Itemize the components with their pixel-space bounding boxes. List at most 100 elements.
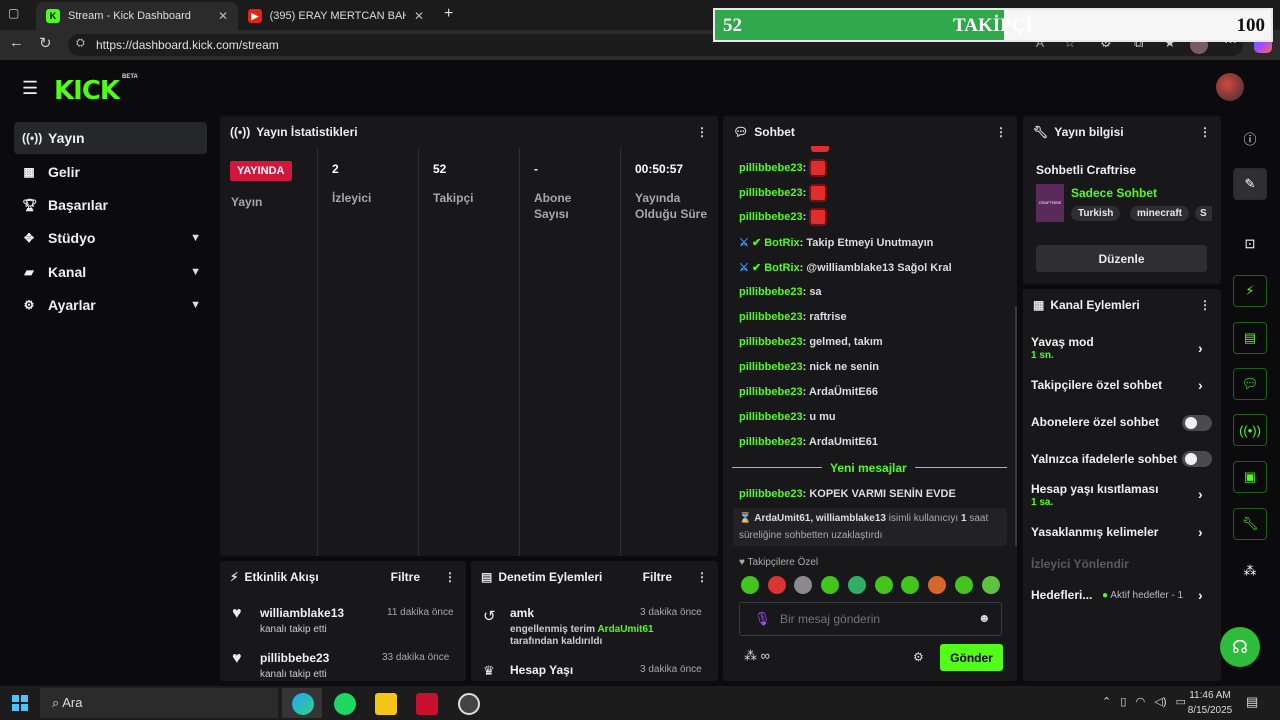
badges-icon[interactable]: ⁂: [1233, 555, 1267, 587]
more-options-icon[interactable]: ⋮: [696, 570, 708, 584]
lightning-icon[interactable]: ⚡︎: [1233, 275, 1267, 307]
clock-date[interactable]: 8/15/2025: [1184, 705, 1236, 716]
slow-mode-value: 1 sn.: [1031, 350, 1054, 361]
undo-icon: ↺: [483, 608, 496, 625]
sidebar-item-gelir[interactable]: ▦ Gelir: [14, 156, 207, 188]
edit-icon[interactable]: ✎: [1233, 168, 1267, 200]
channel-actions-header: ▦ Kanal Eylemleri ⋮: [1023, 289, 1221, 321]
sidebar-item-studyo[interactable]: ✥ Stüdyo ▼: [14, 222, 207, 254]
chevron-right-icon[interactable]: ›: [1198, 340, 1203, 356]
sidebar-item-label: Kanal: [48, 264, 87, 280]
stat-value: 00:50:57: [635, 162, 684, 176]
system-tray-icons[interactable]: ⌃ ▯ ◠ ◁) ▭: [1102, 695, 1186, 708]
goals-row[interactable]: Hedefleri...: [1031, 588, 1092, 602]
close-icon[interactable]: ✕: [414, 9, 424, 23]
emote[interactable]: [875, 576, 893, 594]
kick-favicon-icon: K: [46, 9, 60, 23]
emote[interactable]: [901, 576, 919, 594]
chat-icon[interactable]: 💬︎: [1233, 368, 1267, 400]
tag-chip: minecraft: [1130, 206, 1190, 221]
emote[interactable]: [982, 576, 1000, 594]
emote[interactable]: [848, 576, 866, 594]
chat-message: pillibbebe23: ArdaÜmitE66: [739, 386, 878, 398]
more-options-icon[interactable]: ⋮: [444, 570, 456, 584]
account-age-row[interactable]: Hesap yaşı kısıtlaması: [1031, 482, 1158, 496]
obs-icon[interactable]: [458, 693, 480, 715]
microsoft-store-icon[interactable]: [375, 693, 397, 715]
chat-message: pillibbebe23: nick ne senin: [739, 361, 880, 373]
clock-time[interactable]: 11:46 AM: [1186, 690, 1234, 701]
emoji-icon[interactable]: ☻: [978, 611, 991, 625]
chevron-right-icon[interactable]: ›: [1198, 377, 1203, 393]
document-icon[interactable]: ▤: [1233, 322, 1267, 354]
activity-desc: kanalı takip etti: [260, 624, 327, 635]
pdf-icon[interactable]: [416, 693, 438, 715]
send-button[interactable]: Gönder: [940, 644, 1003, 671]
broadcast-icon[interactable]: ((•)): [1233, 414, 1267, 446]
emote[interactable]: [741, 576, 759, 594]
spotify-icon[interactable]: [334, 693, 356, 715]
slow-mode-row[interactable]: Yavaş mod: [1031, 335, 1094, 349]
site-info-icon[interactable]: ⛭: [76, 37, 85, 50]
reload-icon[interactable]: ↻: [39, 34, 52, 52]
more-options-icon[interactable]: ⋮: [1199, 298, 1211, 312]
emote[interactable]: [821, 576, 839, 594]
back-icon[interactable]: ←: [9, 34, 24, 51]
more-options-icon[interactable]: ⋮: [995, 125, 1007, 139]
badges-icon[interactable]: ⁂ ∞: [744, 648, 770, 664]
chevron-right-icon[interactable]: ›: [1198, 587, 1203, 603]
kick-logo[interactable]: KICK: [54, 76, 120, 106]
banned-words-row[interactable]: Yasaklanmış kelimeler: [1031, 525, 1158, 539]
windows-start-icon[interactable]: [12, 695, 28, 711]
tab-actions-icon[interactable]: ▢: [8, 6, 19, 20]
subs-chat-toggle[interactable]: [1182, 415, 1212, 431]
new-tab-icon[interactable]: +: [444, 5, 453, 23]
category-name[interactable]: Sadece Sohbet: [1071, 186, 1157, 200]
stream-title: Sohbetli Craftrise: [1036, 163, 1137, 177]
sidebar-item-basarilar[interactable]: 🏆︎ Başarılar: [14, 189, 207, 221]
emote-chat-toggle[interactable]: [1182, 451, 1212, 467]
emote[interactable]: [794, 576, 812, 594]
info-icon[interactable]: ⓘ: [1233, 122, 1267, 154]
chevron-right-icon[interactable]: ›: [1198, 524, 1203, 540]
chevron-right-icon[interactable]: ›: [1198, 486, 1203, 502]
support-headset-icon[interactable]: ☊: [1220, 627, 1260, 667]
menu-icon[interactable]: ☰: [22, 78, 38, 99]
moderation-time: 3 dakika önce: [640, 607, 702, 618]
studio-icon: ✥: [23, 231, 35, 245]
tab-kick-dashboard[interactable]: K Stream - Kick Dashboard ✕: [36, 2, 238, 30]
chat-input-box[interactable]: 🎙︎ ☻: [739, 602, 1002, 636]
taskbar-search[interactable]: ⌕ Ara: [40, 688, 278, 718]
activity-filter-button[interactable]: Filtre: [391, 570, 420, 584]
notifications-icon[interactable]: ▤: [1246, 694, 1258, 710]
followers-chat-row[interactable]: Takipçilere özel sohbet: [1031, 378, 1162, 392]
moderation-filter-button[interactable]: Filtre: [643, 570, 672, 584]
edit-button[interactable]: Düzenle: [1036, 245, 1207, 272]
microphone-icon[interactable]: 🎙︎: [754, 611, 771, 627]
layout-icon[interactable]: ▣: [1233, 461, 1267, 493]
edge-icon[interactable]: [292, 693, 314, 715]
emote[interactable]: [955, 576, 973, 594]
capture-icon[interactable]: ⊡: [1233, 228, 1267, 260]
more-options-icon[interactable]: ⋮: [1199, 125, 1211, 139]
emote[interactable]: [928, 576, 946, 594]
moderation-panel: ▤ Denetim Eylemleri Filtre ⋮ ↺ amk engellen…: [471, 561, 718, 681]
sidebar-item-label: Başarılar: [48, 197, 108, 213]
more-options-icon[interactable]: ⋮: [696, 125, 708, 139]
activity-user[interactable]: pillibbebe23: [260, 651, 329, 665]
gear-icon[interactable]: ⚙: [913, 650, 924, 664]
user-avatar[interactable]: [1216, 73, 1244, 101]
activity-user[interactable]: williamblake13: [260, 606, 344, 620]
stat-value: 52: [433, 162, 447, 176]
tab-youtube[interactable]: ▶ (395) ERAY MERTCAN BAHAR EN ✕: [238, 2, 434, 30]
chat-message-input[interactable]: [780, 609, 970, 629]
channel-actions-title: Kanal Eylemleri: [1050, 298, 1140, 312]
channel-icon: ▰: [24, 265, 34, 279]
sidebar-item-kanal[interactable]: ▰ Kanal ▼: [14, 256, 207, 288]
sidebar-item-yayin[interactable]: ((•)) Yayın: [14, 122, 207, 154]
emote[interactable]: [768, 576, 786, 594]
sidebar-item-ayarlar[interactable]: ⚙ Ayarlar ▼: [14, 289, 207, 321]
wrench-icon[interactable]: 🔧︎: [1233, 508, 1267, 540]
chat-scrollbar[interactable]: [1015, 306, 1017, 546]
close-icon[interactable]: ✕: [218, 9, 228, 23]
